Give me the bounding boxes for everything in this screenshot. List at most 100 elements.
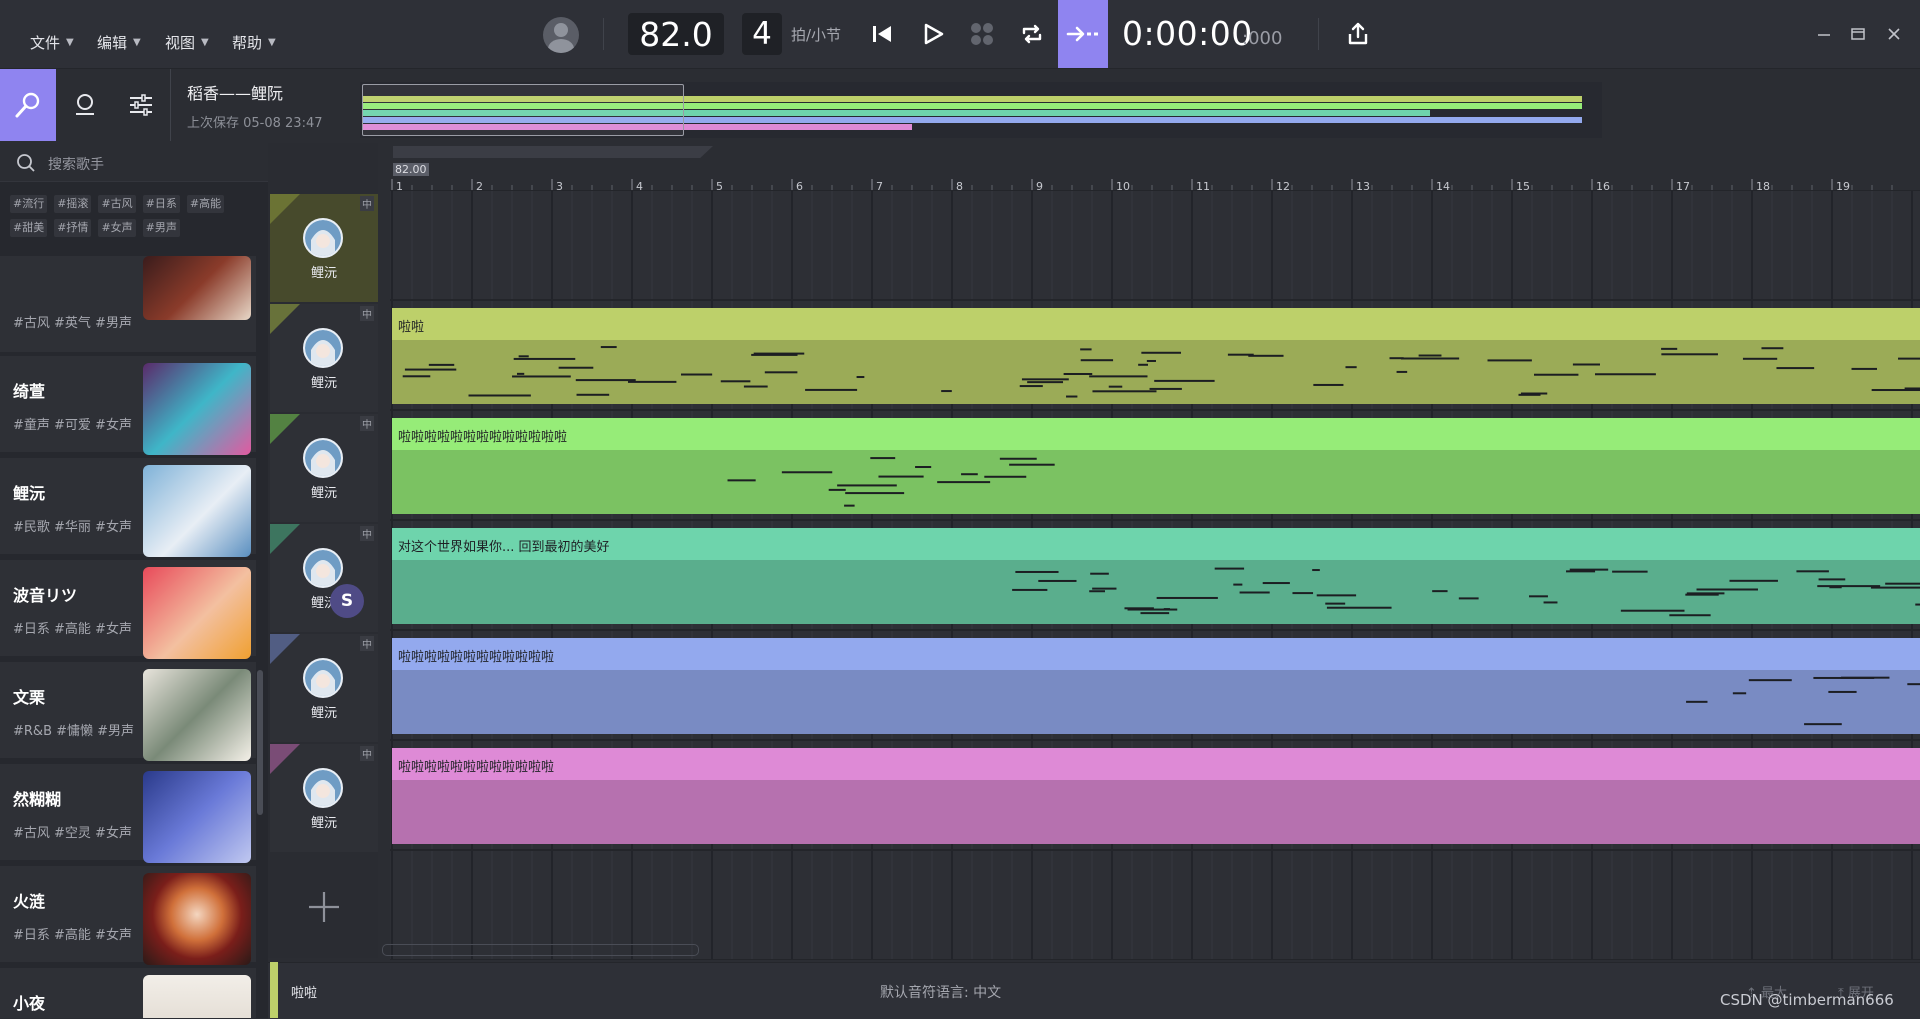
clip-header[interactable]: 啦啦 [392, 308, 1920, 340]
singer-avatar[interactable] [303, 658, 343, 698]
channel-label[interactable]: 中 [360, 196, 374, 211]
note-mark [1520, 392, 1548, 395]
vocal-clip[interactable]: 啦啦 [392, 308, 1920, 404]
singer-search[interactable]: 搜索歌手 [0, 143, 268, 182]
export-button[interactable] [1342, 18, 1374, 50]
note-mark [1761, 347, 1784, 350]
note-mark [753, 352, 805, 355]
clip-header[interactable]: 啦啦啦啦啦啦啦啦啦啦啦啦 [392, 748, 1920, 780]
note-mark [1686, 592, 1725, 595]
note-mark [1146, 359, 1156, 362]
channel-label[interactable]: 中 [360, 636, 374, 651]
channel-label[interactable]: 中 [360, 526, 374, 541]
singer-avatar[interactable] [303, 218, 343, 258]
singer-tool-button[interactable] [0, 69, 56, 141]
beats-per-bar-field[interactable]: 4 [742, 13, 782, 55]
singer-avatar[interactable] [303, 328, 343, 368]
loop-button[interactable] [1016, 18, 1048, 50]
selected-track-color [270, 962, 278, 1018]
clip-header[interactable]: 对这个世界如果你... 回到最初的美好 [392, 528, 1920, 560]
track-header[interactable]: 中鲤沅 S [270, 524, 378, 632]
tag[interactable]: #流行 [10, 195, 48, 213]
clip-header[interactable]: 啦啦啦啦啦啦啦啦啦啦啦啦啦 [392, 418, 1920, 450]
pitch-notes [392, 780, 1920, 844]
menu-view[interactable]: 视图 ▼ [165, 32, 209, 53]
menu-edit[interactable]: 编辑 ▼ [97, 32, 141, 53]
timeline-ruler[interactable]: 1 2 3 4 5 6 7 8 9 10 11 12 13 14 15 16 17 18 19 [390, 160, 1920, 193]
clip-body[interactable] [392, 340, 1920, 404]
note-mark [1620, 609, 1685, 612]
user-avatar[interactable] [543, 17, 579, 53]
tempo-field[interactable]: 82.0 [628, 13, 724, 55]
singer-portrait [143, 669, 251, 761]
singer-card[interactable]: #古风 #英气 #男声 [0, 256, 256, 352]
singer-card[interactable]: 绮萱 #童声 #可爱 #女声 [0, 356, 256, 455]
sidebar-scrollbar[interactable] [257, 670, 263, 815]
add-track-button[interactable] [304, 887, 344, 927]
play-button[interactable] [917, 18, 949, 50]
default-language-label[interactable]: 默认音符语言: 中文 [880, 982, 1001, 1002]
skip-to-start-button[interactable] [866, 18, 898, 50]
singer-card[interactable]: 文栗 #R&B #慵懒 #男声 [0, 662, 256, 761]
menu-file[interactable]: 文件 ▼ [30, 32, 74, 53]
track-header[interactable]: 中鲤沅 [270, 744, 378, 852]
singer-portrait [143, 771, 251, 863]
note-mark [1326, 606, 1392, 609]
close-button[interactable] [1882, 22, 1906, 46]
track-color-corner [270, 524, 300, 554]
microphone-icon [15, 92, 40, 118]
tag[interactable]: #甜美 [10, 219, 48, 237]
divider [1318, 18, 1319, 50]
note-mark [1214, 567, 1245, 570]
track-overview[interactable] [360, 82, 1602, 138]
menu-help[interactable]: 帮助 ▼ [232, 32, 276, 53]
metronome-button[interactable] [966, 18, 998, 50]
singer-card[interactable]: 鲤沅 #民歌 #华丽 #女声 [0, 458, 256, 557]
vocal-clip[interactable]: 啦啦啦啦啦啦啦啦啦啦啦啦 [392, 748, 1920, 844]
channel-label[interactable]: 中 [360, 746, 374, 761]
mixer-tool-button[interactable] [113, 69, 169, 141]
track-header[interactable]: 中鲤沅 [270, 304, 378, 412]
tag[interactable]: #日系 [142, 195, 180, 213]
tag[interactable]: #抒情 [54, 219, 92, 237]
search-input[interactable]: 搜索歌手 [48, 154, 104, 174]
horizontal-scrollbar[interactable] [382, 944, 699, 956]
note-mark [1089, 375, 1148, 378]
singer-avatar[interactable] [303, 438, 343, 478]
track-header[interactable]: 中鲤沅 [270, 634, 378, 742]
clip-body[interactable] [392, 670, 1920, 734]
clip-body[interactable] [392, 450, 1920, 514]
track-header[interactable]: 中鲤沅 [270, 414, 378, 522]
tag[interactable]: #男声 [142, 219, 180, 237]
vocal-clip[interactable]: 对这个世界如果你... 回到最初的美好 [392, 528, 1920, 624]
clip-body[interactable] [392, 780, 1920, 844]
top-toolbar: 文件 ▼ 编辑 ▼ 视图 ▼ 帮助 ▼ 82.0 4 拍/小节 0:00:00 :000 [0, 0, 1920, 69]
follow-playhead-button[interactable] [1058, 0, 1108, 68]
tag[interactable]: #女声 [98, 219, 136, 237]
channel-label[interactable]: 中 [360, 306, 374, 321]
singer-card[interactable]: 波音リツ #日系 #高能 #女声 [0, 560, 256, 659]
singer-card[interactable]: 火涟 #日系 #高能 #女声 [0, 866, 256, 965]
maximize-button[interactable] [1846, 22, 1870, 46]
channel-label[interactable]: 中 [360, 416, 374, 431]
clip-header[interactable]: 啦啦啦啦啦啦啦啦啦啦啦啦 [392, 638, 1920, 670]
singer-tags: #古风 #英气 #男声 [13, 316, 132, 331]
clip-body[interactable] [392, 560, 1920, 624]
singer-avatar[interactable] [303, 768, 343, 808]
vocal-clip[interactable]: 啦啦啦啦啦啦啦啦啦啦啦啦 [392, 638, 1920, 734]
tag[interactable]: #摇滚 [54, 195, 92, 213]
avatar-face-icon [305, 550, 341, 586]
singer-card[interactable]: 小夜 [0, 968, 256, 1018]
minimize-button[interactable] [1812, 22, 1836, 46]
loop-icon [1022, 24, 1042, 44]
track-header[interactable]: 中鲤沅 [270, 194, 378, 302]
vocal-clip[interactable]: 啦啦啦啦啦啦啦啦啦啦啦啦啦 [392, 418, 1920, 514]
loop-region[interactable] [393, 146, 713, 158]
singer-avatar[interactable] [303, 548, 343, 588]
overview-viewport[interactable] [362, 84, 684, 136]
voice-tool-button[interactable] [57, 69, 113, 141]
tag[interactable]: #高能 [186, 195, 225, 213]
tag[interactable]: #古风 [98, 195, 136, 213]
singer-card[interactable]: 然糊糊 #古风 #空灵 #女声 [0, 764, 256, 863]
tempo-marker[interactable]: 82.00 [393, 163, 429, 176]
